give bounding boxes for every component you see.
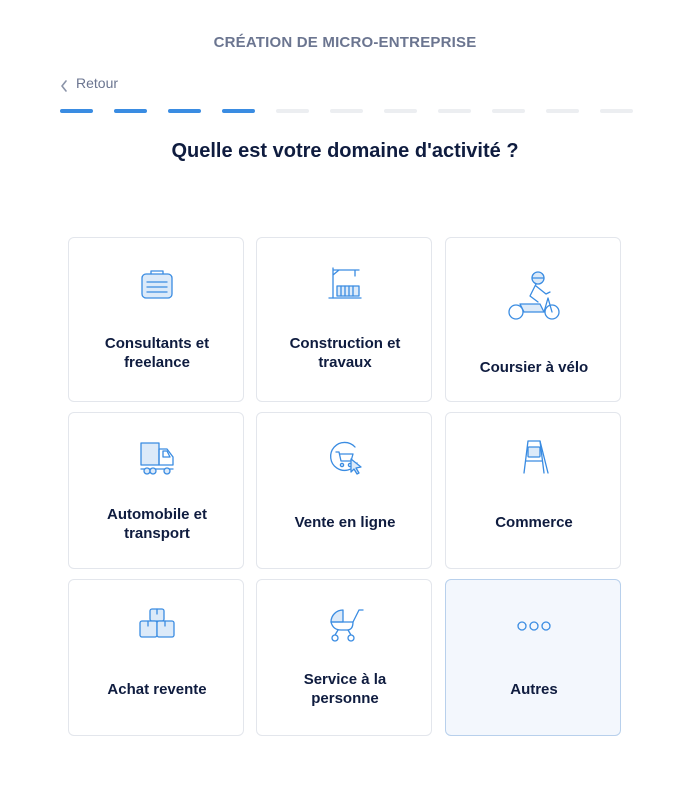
briefcase-icon xyxy=(69,268,245,302)
progress-step-complete xyxy=(60,109,93,113)
crane-icon xyxy=(257,264,433,302)
chevron-left-icon xyxy=(60,80,68,92)
scooter-rider-icon xyxy=(446,268,622,324)
option-label: Achat revente xyxy=(107,681,207,698)
option-label: Autres xyxy=(510,681,558,698)
progress-step-complete xyxy=(168,109,201,113)
option-card-consultants[interactable]: Consultants et freelance xyxy=(68,237,244,402)
truck-icon xyxy=(69,439,245,477)
progress-step-pending xyxy=(546,109,579,113)
progress-step-pending xyxy=(492,109,525,113)
progress-step-pending xyxy=(330,109,363,113)
option-label: Vente en ligne xyxy=(294,514,396,531)
progress-step-pending xyxy=(276,109,309,113)
option-card-service-personne[interactable]: Service à la personne xyxy=(256,579,432,736)
stroller-icon xyxy=(257,606,433,644)
progress-step-pending xyxy=(384,109,417,113)
option-card-vente-en-ligne[interactable]: Vente en ligne xyxy=(256,412,432,569)
progress-step-pending xyxy=(600,109,633,113)
option-label: Automobile et transport xyxy=(107,506,207,542)
more-dots-icon xyxy=(446,620,622,632)
progress-step-complete xyxy=(222,109,255,113)
option-card-automobile[interactable]: Automobile et transport xyxy=(68,412,244,569)
option-label: Commerce xyxy=(495,514,573,531)
option-card-autres[interactable]: Autres xyxy=(445,579,621,736)
online-cart-icon xyxy=(257,439,433,477)
progress-step-complete xyxy=(114,109,147,113)
option-label: Coursier à vélo xyxy=(479,359,589,376)
back-button[interactable]: Retour xyxy=(60,74,118,92)
back-label: Retour xyxy=(76,75,119,91)
option-card-construction[interactable]: Construction et travaux xyxy=(256,237,432,402)
progress-step-pending xyxy=(438,109,471,113)
page-question: Quelle est votre domaine d'activité ? xyxy=(171,140,519,162)
progress-bar xyxy=(60,109,634,113)
option-card-coursier[interactable]: Coursier à vélo xyxy=(445,237,621,402)
page-header-title: CRÉATION DE MICRO-ENTREPRISE xyxy=(213,34,477,51)
option-card-achat-revente[interactable]: Achat revente xyxy=(68,579,244,736)
boxes-icon xyxy=(69,606,245,642)
option-label: Construction et travaux xyxy=(289,335,401,371)
option-label: Consultants et freelance xyxy=(104,335,210,371)
option-label: Service à la personne xyxy=(303,671,387,707)
sign-board-icon xyxy=(446,437,622,477)
option-card-commerce[interactable]: Commerce xyxy=(445,412,621,569)
